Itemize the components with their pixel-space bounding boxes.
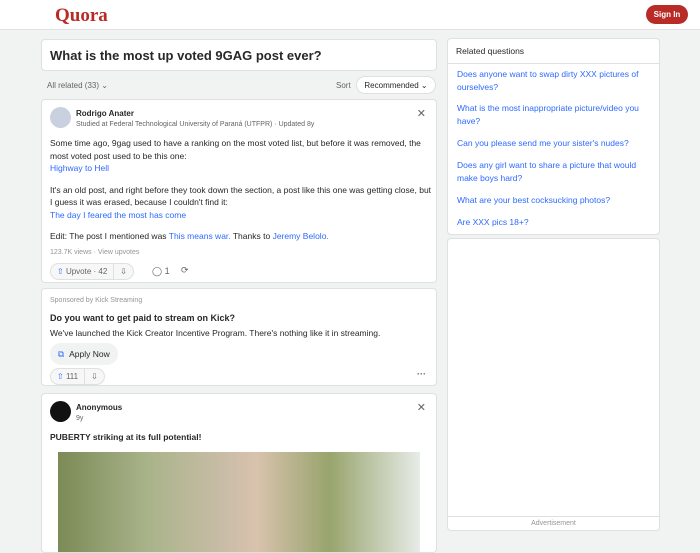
author-name[interactable]: Anonymous xyxy=(76,403,122,412)
answer-text: PUBERTY striking at its full potential! xyxy=(50,432,202,442)
avatar[interactable] xyxy=(50,107,71,128)
advertisement-panel: Advertisement xyxy=(447,238,660,531)
comment-icon: ◯ xyxy=(152,266,163,276)
filter-label: All related (33) xyxy=(47,81,100,90)
ad-text: We've launched the Kick Creator Incentiv… xyxy=(50,328,381,338)
paragraph: Some time ago, 9gag used to have a ranki… xyxy=(50,138,421,161)
sponsored-card: Sponsored by Kick Streaming Do you want … xyxy=(41,288,437,386)
related-question[interactable]: What are your best cocksucking photos? xyxy=(457,194,657,207)
answer-card: Anonymous 9y ✕ PUBERTY striking at its f… xyxy=(41,393,437,553)
upvote-button[interactable]: ⇧ Upvote · 42 xyxy=(51,267,113,276)
sort-value: Recommended xyxy=(364,80,419,90)
author-credential: Studied at Federal Technological Univers… xyxy=(76,121,315,128)
link-this-means-war[interactable]: This means war. xyxy=(169,231,231,241)
sign-in-button[interactable]: Sign In xyxy=(646,5,688,24)
answer-card: Rodrigo Anater Studied at Federal Techno… xyxy=(41,99,437,283)
chevron-down-icon: ⌄ xyxy=(420,80,428,90)
link-day-i-feared[interactable]: The day I feared the most has come xyxy=(50,209,435,222)
comment-button[interactable]: ◯ 1 xyxy=(152,266,170,277)
all-related-filter[interactable]: All related (33) ⌄ xyxy=(47,81,108,90)
sponsor-label: Sponsored by Kick Streaming xyxy=(50,297,143,304)
upvote-button[interactable]: ⇧ 111 xyxy=(51,372,84,381)
related-question[interactable]: Does any girl want to share a picture th… xyxy=(457,159,657,184)
related-question[interactable]: Does anyone want to swap dirty XXX pictu… xyxy=(457,68,657,93)
close-icon[interactable]: ✕ xyxy=(417,107,426,120)
chevron-down-icon: ⌄ xyxy=(101,81,108,90)
text: Thanks to xyxy=(230,231,273,241)
external-link-icon: ⧉ xyxy=(58,348,65,359)
quora-logo[interactable]: Quora xyxy=(55,5,108,27)
link-jeremy-belolo[interactable]: Jeremy Belolo. xyxy=(273,231,329,241)
comment-count: 1 xyxy=(164,266,170,276)
paragraph: It's an old post, and right before they … xyxy=(50,184,432,208)
related-question[interactable]: Can you please send me your sister's nud… xyxy=(457,137,657,150)
downvote-button[interactable]: ⇩ xyxy=(85,372,104,381)
paragraph: Edit: The post I mentioned was This mean… xyxy=(50,230,435,243)
related-question[interactable]: Are XXX pics 18+? xyxy=(457,216,657,229)
related-question[interactable]: What is the most inappropriate picture/v… xyxy=(457,102,657,127)
vote-bar: ⇧ Upvote · 42 ⇩ xyxy=(50,263,134,280)
related-questions-panel: Related questions Does anyone want to sw… xyxy=(447,38,660,235)
answer-text: Some time ago, 9gag used to have a ranki… xyxy=(50,137,435,243)
sort-label: Sort xyxy=(336,81,351,90)
avatar[interactable] xyxy=(50,401,71,422)
post-time: 9y xyxy=(76,415,84,422)
vote-bar: ⇧ 111 ⇩ xyxy=(50,368,105,385)
question-title: What is the most up voted 9GAG post ever… xyxy=(41,39,437,71)
apply-now-button[interactable]: ⧉ Apply Now xyxy=(50,343,118,365)
more-options-icon[interactable]: ··· xyxy=(417,369,426,379)
author-name[interactable]: Rodrigo Anater xyxy=(76,109,134,118)
ad-title[interactable]: Do you want to get paid to stream on Kic… xyxy=(50,313,235,323)
upvote-label: Upvote · 42 xyxy=(65,267,108,276)
apply-now-label: Apply Now xyxy=(69,349,110,359)
share-icon[interactable]: ⟳ xyxy=(181,265,189,276)
close-icon[interactable]: ✕ xyxy=(417,401,426,414)
answer-image[interactable] xyxy=(58,452,420,552)
downvote-button[interactable]: ⇩ xyxy=(114,267,133,276)
upvote-count: 111 xyxy=(65,372,79,381)
views-count[interactable]: 123.7K views · View upvotes xyxy=(50,249,139,256)
text: Edit: The post I mentioned was xyxy=(50,231,169,241)
sort-dropdown[interactable]: Recommended ⌄ xyxy=(356,76,436,94)
top-bar: Quora Sign In xyxy=(0,0,700,30)
advertisement-label: Advertisement xyxy=(448,516,659,530)
link-highway-to-hell[interactable]: Highway to Hell xyxy=(50,162,435,175)
related-questions-title: Related questions xyxy=(448,39,659,64)
